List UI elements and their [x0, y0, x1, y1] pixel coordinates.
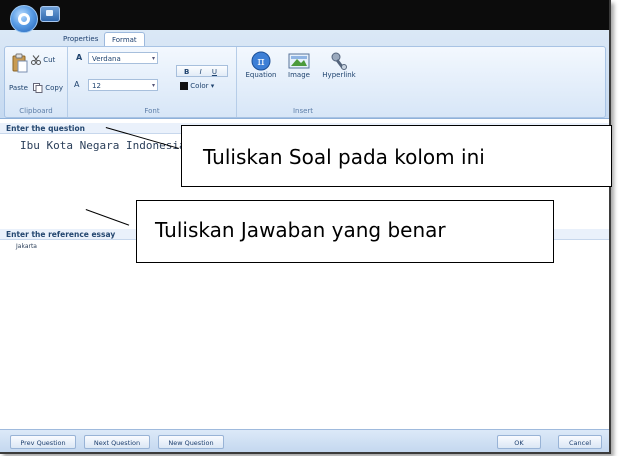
paste-label: Paste — [9, 84, 28, 92]
new-question-button[interactable]: New Question — [158, 435, 224, 449]
font-name-combo[interactable]: Verdana ▾ — [88, 52, 158, 64]
ribbon-panel: Paste Cut Copy Clipboard A Verdana ▾ A 1… — [4, 46, 606, 118]
tab-format[interactable]: Format — [104, 32, 145, 47]
clipboard-group: Paste Cut Copy Clipboard — [5, 47, 68, 117]
next-question-button[interactable]: Next Question — [84, 435, 150, 449]
hyperlink-icon — [331, 52, 347, 70]
save-icon[interactable] — [40, 6, 60, 22]
prev-question-button[interactable]: Prev Question — [10, 435, 76, 449]
hyperlink-label: Hyperlink — [322, 71, 356, 79]
pi-icon: π — [251, 51, 271, 71]
equation-button[interactable]: π Equation — [243, 51, 279, 79]
font-group-label: Font — [144, 107, 160, 115]
font-group: A Verdana ▾ A 12 ▾ B I U Color ▾ Font — [68, 47, 237, 117]
scissors-icon — [31, 55, 41, 65]
underline-button[interactable]: U — [212, 68, 217, 76]
bottom-button-bar: Prev Question Next Question New Question… — [0, 429, 609, 452]
ok-button[interactable]: OK — [497, 435, 541, 449]
bold-button[interactable]: B — [184, 68, 189, 76]
color-label: Color — [190, 82, 209, 90]
answer-callout: Tuliskan Jawaban yang benar — [136, 200, 554, 263]
color-button[interactable]: Color ▾ — [180, 82, 214, 90]
image-icon — [288, 53, 310, 69]
app-menu-orb[interactable] — [10, 5, 38, 33]
cut-button[interactable]: Cut — [31, 55, 55, 65]
chevron-down-icon: ▾ — [151, 55, 155, 62]
question-callout: Tuliskan Soal pada kolom ini — [181, 125, 612, 187]
question-text: Ibu Kota Negara Indonesia... — [20, 139, 206, 152]
equation-label: Equation — [245, 71, 277, 79]
cut-label: Cut — [43, 56, 56, 64]
clipboard-group-label: Clipboard — [19, 107, 53, 115]
italic-button[interactable]: I — [200, 68, 202, 76]
insert-group: π Equation Image Hyperlink Insert — [237, 47, 369, 117]
copy-label: Copy — [45, 84, 63, 92]
font-name-value: Verdana — [92, 55, 121, 63]
app-logo-icon — [18, 13, 30, 25]
font-size-combo[interactable]: 12 ▾ — [88, 79, 158, 91]
font-size-icon: A — [74, 80, 80, 89]
cancel-button[interactable]: Cancel — [558, 435, 602, 449]
font-size-value: 12 — [92, 82, 101, 90]
paste-icon — [12, 53, 28, 73]
hyperlink-button[interactable]: Hyperlink — [319, 51, 359, 79]
ribbon-tabs: Properties Format — [0, 30, 609, 47]
title-bar — [0, 0, 609, 30]
copy-icon — [33, 83, 43, 93]
color-swatch-icon — [180, 82, 188, 90]
chevron-down-icon: ▾ — [210, 82, 215, 90]
answer-text: Jakarta — [16, 243, 37, 250]
copy-button[interactable]: Copy — [33, 83, 63, 93]
svg-text:π: π — [257, 55, 264, 68]
image-button[interactable]: Image — [283, 51, 315, 79]
font-a-icon: A — [76, 53, 83, 62]
chevron-down-icon: ▾ — [151, 82, 155, 89]
tab-properties[interactable]: Properties — [56, 32, 105, 46]
format-buttons: B I U — [176, 65, 228, 77]
answer-input[interactable]: Jakarta — [0, 241, 609, 429]
image-label: Image — [288, 71, 310, 79]
paste-button[interactable] — [11, 53, 29, 73]
ribbon: Properties Format Paste Cut Copy Clipboa… — [0, 30, 609, 119]
insert-group-label: Insert — [292, 107, 314, 115]
